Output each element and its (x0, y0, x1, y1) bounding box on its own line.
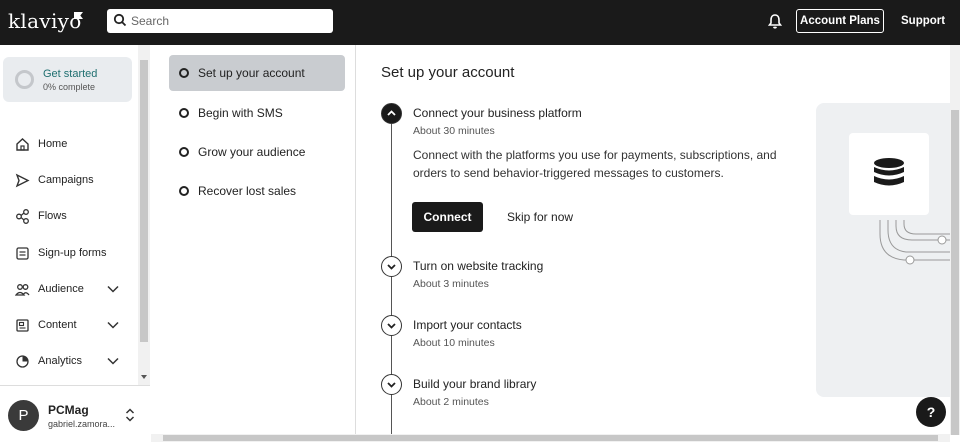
content-icon (16, 319, 29, 332)
search-box[interactable] (107, 9, 333, 33)
step-radio-icon (179, 108, 189, 118)
step-set-up-account[interactable]: Set up your account (169, 55, 345, 91)
step-recover-lost-sales[interactable]: Recover lost sales (169, 173, 345, 209)
chevron-down-icon (387, 382, 396, 388)
step-radio-icon (179, 186, 189, 196)
task-time: About 2 minutes (413, 396, 489, 408)
sidebar-item-campaigns[interactable]: Campaigns (0, 168, 136, 194)
sidebar-item-label: Flows (38, 210, 67, 222)
sidebar-item-label: Analytics (38, 355, 83, 367)
sidebar-item-label: Sign-up forms (38, 247, 107, 259)
scroll-down-arrow-icon[interactable] (141, 375, 147, 379)
sidebar-item-audience[interactable]: Audience (0, 277, 136, 303)
home-icon (16, 138, 29, 151)
user-name: PCMag (48, 403, 89, 417)
expand-task-button[interactable] (381, 256, 402, 277)
search-icon (113, 13, 127, 27)
avatar: P (8, 400, 39, 431)
user-email: gabriel.zamora... (48, 419, 116, 429)
bell-icon[interactable] (767, 13, 783, 30)
users-icon (15, 284, 30, 296)
sidebar-item-home[interactable]: Home (0, 132, 136, 158)
task-title[interactable]: Connect your business platform (413, 106, 582, 120)
chevron-down-icon (107, 285, 119, 293)
task-title[interactable]: Turn on website tracking (413, 259, 543, 273)
connect-button[interactable]: Connect (412, 202, 483, 232)
support-link[interactable]: Support (901, 15, 945, 27)
page-title: Set up your account (381, 64, 515, 81)
task-time: About 10 minutes (413, 337, 495, 349)
sidebar-item-flows[interactable]: Flows (0, 204, 136, 230)
task-title[interactable]: Build your brand library (413, 377, 536, 391)
account-plans-button[interactable]: Account Plans (796, 9, 884, 33)
chevron-down-icon (107, 321, 119, 329)
sidebar-item-analytics[interactable]: Analytics (0, 349, 136, 375)
get-started-title: Get started (43, 68, 98, 80)
get-started-card[interactable]: Get started 0% complete (3, 57, 132, 102)
task-time: About 3 minutes (413, 278, 489, 290)
step-label: Recover lost sales (198, 184, 297, 198)
flows-icon (16, 209, 29, 224)
horizontal-scrollbar-thumb[interactable] (163, 435, 938, 441)
expand-toggle-icon[interactable] (125, 407, 135, 423)
step-radio-icon (179, 68, 189, 78)
step-radio-icon (179, 147, 189, 157)
logo-flag-icon (74, 12, 83, 19)
help-button[interactable]: ? (916, 397, 946, 427)
task-description: Connect with the platforms you use for p… (413, 148, 777, 180)
step-begin-with-sms[interactable]: Begin with SMS (169, 95, 345, 131)
expand-task-button[interactable] (381, 374, 402, 395)
illustration-card (849, 133, 929, 215)
database-icon (874, 158, 904, 186)
search-input[interactable] (131, 11, 326, 31)
step-label: Begin with SMS (198, 106, 283, 120)
step-label: Set up your account (198, 66, 305, 80)
sidebar-item-signup-forms[interactable]: Sign-up forms (0, 241, 136, 267)
sidebar-item-label: Content (38, 319, 77, 331)
progress-ring (15, 70, 34, 89)
collapse-task-button[interactable] (381, 103, 402, 124)
sidebar-item-content[interactable]: Content (0, 313, 136, 339)
chevron-down-icon (387, 323, 396, 329)
pie-chart-icon (16, 355, 29, 368)
get-started-progress: 0% complete (43, 82, 96, 92)
send-icon (15, 173, 30, 188)
form-icon (16, 247, 29, 260)
expand-task-button[interactable] (381, 315, 402, 336)
klaviyo-logo[interactable]: klaviyo (8, 9, 82, 33)
sidebar-scrollbar-thumb[interactable] (140, 60, 148, 342)
task-title[interactable]: Import your contacts (413, 318, 522, 332)
chevron-down-icon (387, 264, 396, 270)
sidebar-item-label: Audience (38, 283, 84, 295)
user-account-switcher[interactable]: P PCMag gabriel.zamora... (0, 385, 150, 442)
main-scrollbar-thumb[interactable] (951, 110, 959, 435)
chevron-up-icon (387, 110, 396, 116)
step-grow-audience[interactable]: Grow your audience (169, 134, 345, 170)
top-bar: klaviyo Account Plans Support (0, 0, 960, 45)
task-time: About 30 minutes (413, 125, 495, 137)
connection-lines-icon (879, 220, 950, 265)
sidebar-item-label: Campaigns (38, 174, 94, 186)
sidebar-item-label: Home (38, 138, 68, 150)
chevron-down-icon (107, 357, 119, 365)
step-label: Grow your audience (198, 145, 306, 159)
skip-for-now-button[interactable]: Skip for now (507, 210, 573, 224)
